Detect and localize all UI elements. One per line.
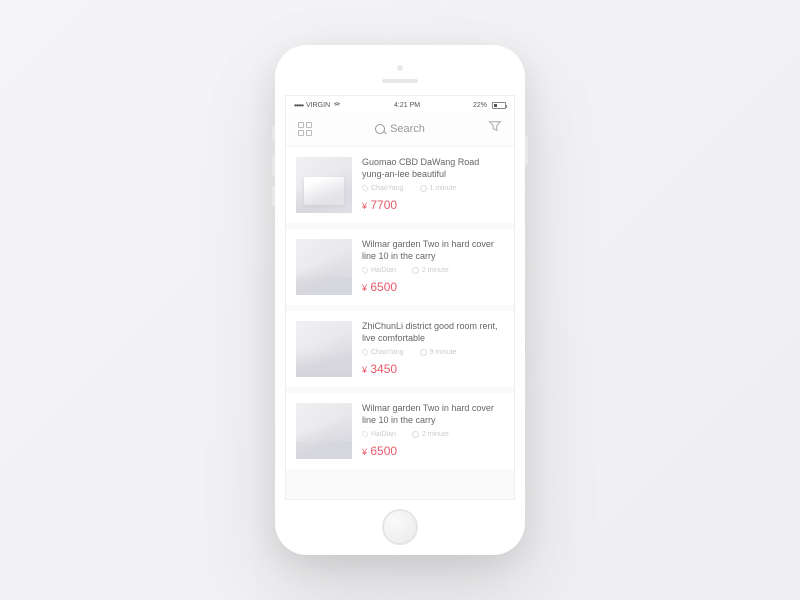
clock-icon [420,349,427,356]
volume-down [272,185,275,207]
phone-mockup: ••••• VIRGIN 4:21 PM 22% Search [275,45,525,555]
search-button[interactable]: Search [375,123,425,135]
phone-speaker [382,79,418,83]
filter-icon[interactable] [488,119,502,138]
listing-thumbnail [296,239,352,295]
listing-thumbnail [296,157,352,213]
location-icon [361,430,369,438]
listing-location: HaiDian [371,431,396,438]
home-button[interactable] [382,509,418,545]
location-icon [361,184,369,192]
listing-location: ChaoYang [371,185,404,192]
mute-switch [272,125,275,141]
screen: ••••• VIRGIN 4:21 PM 22% Search [285,95,515,500]
location-icon [361,266,369,274]
listing-list[interactable]: Guomao CBD DaWang Road yung-an-lee beaut… [286,147,514,499]
power-button [525,135,528,165]
wifi-icon [333,102,341,110]
status-bar: ••••• VIRGIN 4:21 PM 22% [286,96,514,113]
listing-price: ¥ 6500 [362,280,504,294]
signal-dots-icon: ••••• [294,101,303,110]
clock: 4:21 PM [394,102,420,109]
listing-card[interactable]: Wilmar garden Two in hard cover line 10 … [286,393,514,469]
listing-price: ¥ 7700 [362,198,504,212]
search-label: Search [390,123,425,135]
volume-up [272,155,275,177]
listing-time: 2 minute [422,267,449,274]
search-icon [375,124,385,134]
listing-price: ¥ 6500 [362,444,504,458]
listing-card[interactable]: Guomao CBD DaWang Road yung-an-lee beaut… [286,147,514,223]
listing-time: 9 minute [430,349,457,356]
battery-percent: 22% [473,102,487,109]
listing-time: 1 minute [430,185,457,192]
battery-icon [492,102,506,109]
listing-time: 2 minute [422,431,449,438]
carrier-label: VIRGIN [306,102,330,109]
nav-bar: Search [286,113,514,147]
listing-thumbnail [296,403,352,459]
clock-icon [420,185,427,192]
grid-icon[interactable] [298,122,312,136]
listing-title: Wilmar garden Two in hard cover line 10 … [362,239,504,262]
listing-card[interactable]: Wilmar garden Two in hard cover line 10 … [286,229,514,305]
listing-title: Guomao CBD DaWang Road yung-an-lee beaut… [362,157,504,180]
listing-card[interactable]: ZhiChunLi district good room rent, live … [286,311,514,387]
listing-title: Wilmar garden Two in hard cover line 10 … [362,403,504,426]
listing-thumbnail [296,321,352,377]
location-icon [361,348,369,356]
phone-camera [397,65,403,71]
clock-icon [412,431,419,438]
listing-price: ¥ 3450 [362,362,504,376]
listing-title: ZhiChunLi district good room rent, live … [362,321,504,344]
listing-location: HaiDian [371,267,396,274]
clock-icon [412,267,419,274]
listing-location: ChaoYang [371,349,404,356]
